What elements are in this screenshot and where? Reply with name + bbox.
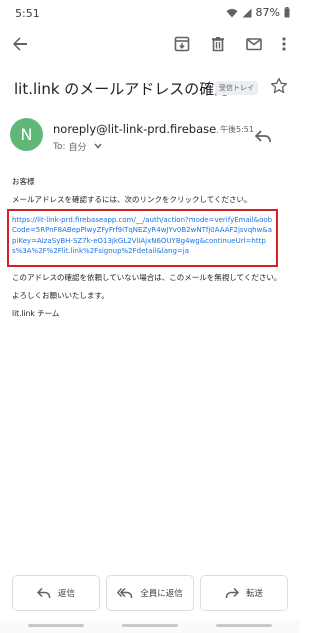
reply-icon <box>254 130 272 149</box>
body-greeting: お客様 <box>12 177 35 186</box>
nav-back-handle[interactable] <box>28 624 84 627</box>
trash-icon <box>210 36 226 56</box>
signal-icon <box>242 8 252 18</box>
reply-button[interactable]: 返信 <box>12 575 100 611</box>
to-recipient: 自分 <box>68 143 87 153</box>
reply-icon <box>36 587 51 599</box>
delete-button[interactable] <box>206 34 230 58</box>
wifi-icon <box>226 8 238 18</box>
status-bar: 5:51 87% <box>0 0 300 28</box>
arrow-back-icon <box>12 36 28 56</box>
more-vert-icon <box>281 36 287 56</box>
sender-address: noreply@lit-link-prd.firebase... <box>53 122 218 136</box>
email-subject: lit.link のメールアドレスの確認 <box>14 80 230 98</box>
status-time: 5:51 <box>15 7 40 20</box>
recipient-line: To: 自分 <box>53 140 102 153</box>
reply-all-icon <box>117 587 133 599</box>
forward-icon <box>225 587 239 599</box>
archive-icon <box>174 36 190 56</box>
mark-unread-button[interactable] <box>242 34 266 58</box>
reply-label: 返信 <box>57 589 75 599</box>
highlighted-link-box: https://lit-link-prd.firebaseapp.com/__/… <box>7 209 278 267</box>
star-button[interactable] <box>270 77 290 97</box>
nav-home-handle[interactable] <box>122 624 178 627</box>
to-prefix: To: <box>53 141 66 152</box>
battery-icon <box>284 7 290 18</box>
verification-link[interactable]: https://lit-link-prd.firebaseapp.com/__/… <box>12 215 274 256</box>
body-ignore-note: このアドレスの確認を依頼していない場合は、このメールを無視してください。 <box>12 273 282 282</box>
bottom-actions: 返信 全員に返信 転送 <box>12 575 288 611</box>
subject-row: lit.link のメールアドレスの確認 受信トレイ <box>14 76 290 100</box>
system-nav-bar <box>0 620 300 633</box>
back-button[interactable] <box>8 34 32 58</box>
more-options-button[interactable] <box>272 34 296 58</box>
inbox-label-chip[interactable]: 受信トレイ <box>215 81 258 95</box>
chevron-down-icon[interactable] <box>93 142 102 152</box>
body-signature: lit.link チーム <box>12 309 60 318</box>
mail-icon <box>246 36 262 56</box>
email-time: 午後5:51 <box>220 125 254 134</box>
body-regards: よろしくお願いいたします。 <box>12 291 109 300</box>
archive-button[interactable] <box>170 34 194 58</box>
avatar[interactable]: N <box>10 118 43 151</box>
forward-label: 転送 <box>245 589 263 599</box>
star-icon <box>270 77 288 99</box>
reply-all-button[interactable]: 全員に返信 <box>106 575 194 611</box>
reply-all-label: 全員に返信 <box>140 589 183 599</box>
nav-recents-handle[interactable] <box>216 624 272 627</box>
forward-button[interactable]: 転送 <box>200 575 288 611</box>
body-instruction: メールアドレスを確認するには、次のリンクをクリックしてください。 <box>12 195 252 204</box>
email-toolbar <box>0 28 300 64</box>
battery-percent: 87% <box>255 6 280 19</box>
sender-header: N noreply@lit-link-prd.firebase... 午後5:5… <box>10 118 290 158</box>
status-icons: 87% <box>226 6 290 19</box>
quick-reply-button[interactable] <box>254 127 274 147</box>
